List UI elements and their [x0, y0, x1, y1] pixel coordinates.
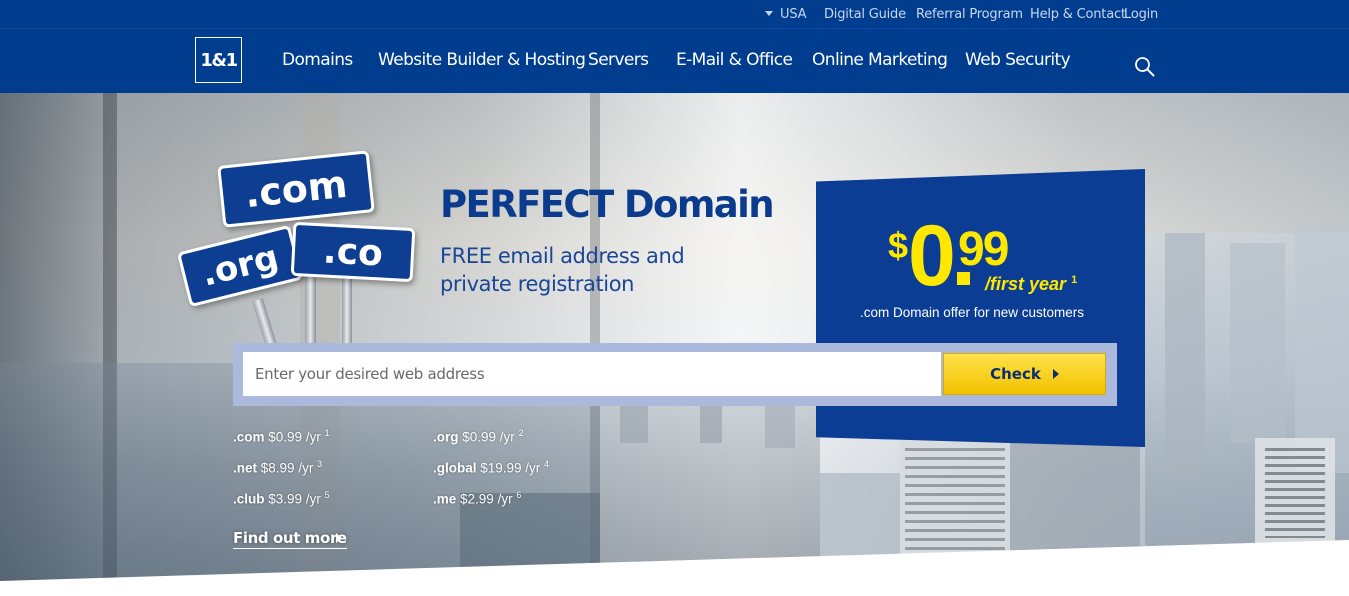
- country-selector[interactable]: USA: [765, 7, 807, 22]
- referral-program-link[interactable]: Referral Program: [916, 7, 1023, 22]
- sign-com: .com: [217, 150, 375, 228]
- help-contact-link[interactable]: Help & Contact: [1030, 7, 1126, 22]
- check-button-label: Check: [990, 365, 1041, 383]
- digital-guide-link[interactable]: Digital Guide: [824, 7, 906, 22]
- sign-org: .org: [176, 224, 304, 308]
- hero-subline-1: FREE email address and: [440, 244, 685, 268]
- main-navigation: 1&1 Domains Website Builder & Hosting Se…: [0, 29, 1349, 93]
- chevron-right-icon: [336, 533, 342, 543]
- price-currency: $: [888, 225, 909, 266]
- nav-item-domains[interactable]: Domains: [282, 50, 353, 70]
- chevron-right-icon: [1052, 369, 1059, 379]
- domain-signs-illustration: .com .org .co: [170, 150, 430, 359]
- find-out-more-link[interactable]: Find out more: [233, 529, 347, 549]
- domain-search-input[interactable]: [243, 352, 941, 396]
- nav-item-web-security[interactable]: Web Security: [965, 50, 1071, 70]
- hero-subline-2: private registration: [440, 272, 635, 296]
- tld-price-me: .me $2.99 /yr 6: [433, 490, 522, 507]
- tld-price-club: .club $3.99 /yr 5: [233, 490, 330, 507]
- price-dollars: 0: [908, 208, 956, 304]
- chevron-down-icon: [765, 11, 773, 16]
- price-cents: 99: [958, 223, 1009, 276]
- country-label: USA: [780, 7, 807, 22]
- tld-price-global: .global $19.99 /yr 4: [433, 459, 550, 476]
- login-link[interactable]: Login: [1124, 7, 1158, 22]
- nav-item-website-builder-hosting[interactable]: Website Builder & Hosting: [378, 50, 586, 70]
- price-footnote: 1: [1071, 274, 1078, 286]
- check-button[interactable]: Check: [943, 353, 1106, 395]
- tld-price-com: .com $0.99 /yr 1: [233, 428, 330, 445]
- brand-logo[interactable]: 1&1: [195, 37, 242, 83]
- tld-price-org: .org $0.99 /yr 2: [433, 428, 524, 445]
- hero-headline: PERFECT Domain: [440, 183, 775, 226]
- search-icon[interactable]: [1133, 55, 1157, 79]
- price-period: /first year 1: [985, 274, 1078, 294]
- nav-item-email-office[interactable]: E-Mail & Office: [676, 50, 793, 70]
- nav-item-servers[interactable]: Servers: [588, 50, 649, 70]
- tld-price-net: .net $8.99 /yr 3: [233, 459, 323, 476]
- price-offer-text: .com Domain offer for new customers: [859, 305, 1085, 320]
- top-utility-bar: USA Digital Guide Referral Program Help …: [0, 0, 1349, 29]
- nav-item-online-marketing[interactable]: Online Marketing: [812, 50, 948, 70]
- sign-co: .co: [290, 221, 416, 283]
